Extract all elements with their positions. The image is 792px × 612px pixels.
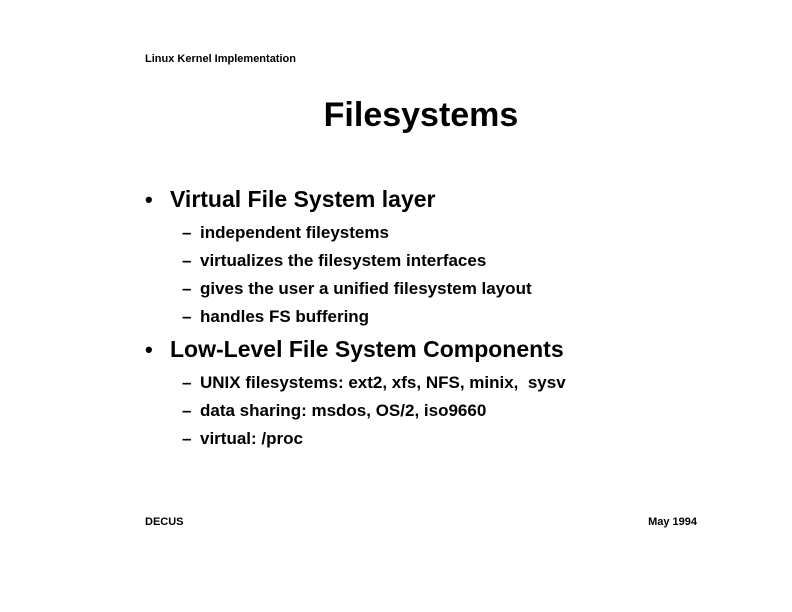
bullet-marker: • bbox=[145, 337, 153, 362]
bullet-marker: • bbox=[145, 187, 153, 212]
sub-item: – data sharing: msdos, OS/2, iso9660 bbox=[182, 401, 486, 421]
sub-item-text: data sharing: msdos, OS/2, iso9660 bbox=[200, 401, 487, 420]
bullet-item: • Low-Level File System Components bbox=[145, 336, 564, 363]
footer-left: DECUS bbox=[145, 516, 184, 528]
dash-marker: – bbox=[182, 279, 192, 298]
dash-marker: – bbox=[182, 223, 192, 242]
sub-item-text: UNIX filesystems: ext2, xfs, NFS, minix,… bbox=[200, 373, 566, 392]
sub-item: – UNIX filesystems: ext2, xfs, NFS, mini… bbox=[182, 373, 566, 393]
dash-marker: – bbox=[182, 401, 192, 420]
dash-marker: – bbox=[182, 429, 192, 448]
sub-item: – handles FS buffering bbox=[182, 307, 369, 327]
sub-item-text: handles FS buffering bbox=[200, 307, 370, 326]
dash-marker: – bbox=[182, 307, 192, 326]
sub-item-text: gives the user a unified filesystem layo… bbox=[200, 279, 532, 298]
sub-item: – virtualizes the filesystem interfaces bbox=[182, 251, 486, 271]
sub-item: – gives the user a unified filesystem la… bbox=[182, 279, 532, 299]
sub-item-text: virtualizes the filesystem interfaces bbox=[200, 251, 487, 270]
bullet-item: • Virtual File System layer bbox=[145, 186, 436, 213]
sub-item-text: independent fileystems bbox=[200, 223, 389, 242]
slide-header: Linux Kernel Implementation bbox=[145, 53, 296, 65]
sub-item-text: virtual: /proc bbox=[200, 429, 303, 448]
sub-item: – independent fileystems bbox=[182, 223, 389, 243]
bullet-text: Low-Level File System Components bbox=[170, 336, 564, 362]
bullet-text: Virtual File System layer bbox=[170, 186, 436, 212]
dash-marker: – bbox=[182, 373, 192, 392]
dash-marker: – bbox=[182, 251, 192, 270]
footer-date: May 1994 bbox=[648, 516, 697, 528]
sub-item: – virtual: /proc bbox=[182, 429, 303, 449]
slide-title: Filesystems bbox=[323, 96, 519, 134]
